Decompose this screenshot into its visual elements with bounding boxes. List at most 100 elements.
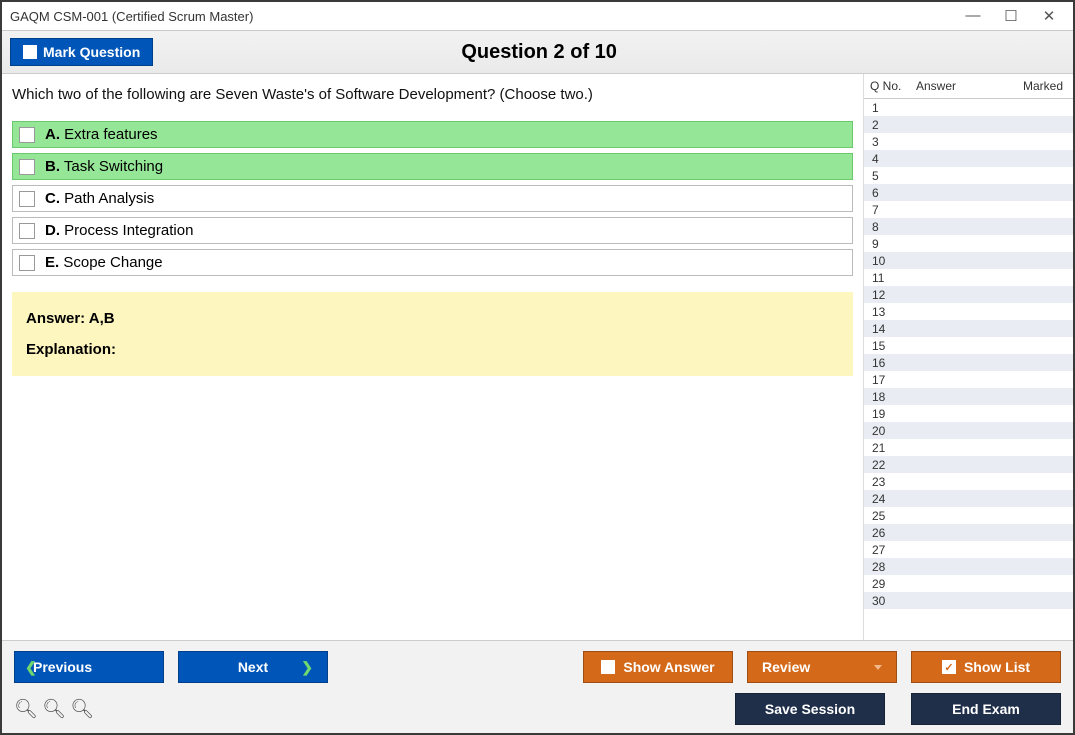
maximize-icon[interactable]: ☐: [1001, 7, 1021, 25]
row-qno: 22: [864, 458, 910, 472]
list-item[interactable]: 8: [864, 218, 1073, 235]
list-item[interactable]: 22: [864, 456, 1073, 473]
window-title: GAQM CSM-001 (Certified Scrum Master): [10, 9, 963, 24]
col-answer: Answer: [910, 74, 1013, 98]
list-item[interactable]: 16: [864, 354, 1073, 371]
review-label: Review: [762, 659, 810, 675]
option-letter: B.: [45, 158, 60, 175]
option-row[interactable]: D. Process Integration: [12, 217, 853, 244]
list-item[interactable]: 12: [864, 286, 1073, 303]
list-item[interactable]: 3: [864, 133, 1073, 150]
row-qno: 15: [864, 339, 910, 353]
option-checkbox[interactable]: [19, 127, 35, 143]
row-qno: 18: [864, 390, 910, 404]
next-label: Next: [238, 659, 268, 675]
minimize-icon[interactable]: —: [963, 7, 983, 25]
options-list: A. Extra features B. Task Switching C. Pat…: [12, 121, 853, 276]
list-item[interactable]: 14: [864, 320, 1073, 337]
option-letter: C.: [45, 190, 60, 207]
row-qno: 11: [864, 271, 910, 285]
zoom-out-icon[interactable]: 🔍︎: [70, 697, 94, 721]
explanation-label: Explanation:: [26, 341, 839, 358]
row-qno: 25: [864, 509, 910, 523]
chevron-left-icon: ❮: [25, 659, 37, 676]
row-qno: 8: [864, 220, 910, 234]
option-row[interactable]: B. Task Switching: [12, 153, 853, 180]
list-item[interactable]: 7: [864, 201, 1073, 218]
titlebar: GAQM CSM-001 (Certified Scrum Master) — …: [2, 2, 1073, 30]
list-item[interactable]: 13: [864, 303, 1073, 320]
mark-question-label: Mark Question: [43, 44, 140, 60]
previous-button[interactable]: ❮ Previous: [14, 651, 164, 683]
list-item[interactable]: 9: [864, 235, 1073, 252]
list-item[interactable]: 25: [864, 507, 1073, 524]
previous-label: Previous: [33, 659, 92, 675]
show-list-button[interactable]: ✓ Show List: [911, 651, 1061, 683]
footer-secondary-row: 🔍︎ 🔍︎ 🔍︎ Save Session End Exam: [14, 693, 1061, 725]
mark-question-button[interactable]: Mark Question: [10, 38, 153, 66]
save-session-label: Save Session: [765, 701, 855, 717]
option-checkbox[interactable]: [19, 223, 35, 239]
row-qno: 13: [864, 305, 910, 319]
app-window: GAQM CSM-001 (Certified Scrum Master) — …: [0, 0, 1075, 735]
row-qno: 19: [864, 407, 910, 421]
option-row[interactable]: A. Extra features: [12, 121, 853, 148]
main-area: Which two of the following are Seven Was…: [2, 74, 1073, 640]
save-session-button[interactable]: Save Session: [735, 693, 885, 725]
option-checkbox[interactable]: [19, 255, 35, 271]
list-item[interactable]: 11: [864, 269, 1073, 286]
row-qno: 28: [864, 560, 910, 574]
list-item[interactable]: 2: [864, 116, 1073, 133]
list-item[interactable]: 18: [864, 388, 1073, 405]
option-row[interactable]: C. Path Analysis: [12, 185, 853, 212]
row-qno: 6: [864, 186, 910, 200]
chevron-down-icon: [874, 665, 882, 670]
list-item[interactable]: 20: [864, 422, 1073, 439]
show-answer-button[interactable]: Show Answer: [583, 651, 733, 683]
list-item[interactable]: 27: [864, 541, 1073, 558]
row-qno: 30: [864, 594, 910, 608]
checkmark-icon: ✓: [942, 660, 956, 674]
question-list-header: Q No. Answer Marked: [864, 74, 1073, 99]
list-item[interactable]: 26: [864, 524, 1073, 541]
list-item[interactable]: 19: [864, 405, 1073, 422]
option-checkbox[interactable]: [19, 159, 35, 175]
chevron-right-icon: ❯: [301, 659, 313, 676]
row-qno: 10: [864, 254, 910, 268]
list-item[interactable]: 21: [864, 439, 1073, 456]
review-button[interactable]: Review: [747, 651, 897, 683]
close-icon[interactable]: ✕: [1039, 7, 1059, 25]
list-item[interactable]: 29: [864, 575, 1073, 592]
footer-buttons-row: ❮ Previous Next ❯ Show Answer Review ✓ S…: [14, 651, 1061, 683]
row-qno: 24: [864, 492, 910, 506]
footer: ❮ Previous Next ❯ Show Answer Review ✓ S…: [2, 640, 1073, 733]
list-item[interactable]: 24: [864, 490, 1073, 507]
list-item[interactable]: 6: [864, 184, 1073, 201]
answer-label: Answer: A,B: [26, 310, 839, 327]
list-item[interactable]: 28: [864, 558, 1073, 575]
end-exam-button[interactable]: End Exam: [911, 693, 1061, 725]
list-item[interactable]: 5: [864, 167, 1073, 184]
row-qno: 20: [864, 424, 910, 438]
row-qno: 7: [864, 203, 910, 217]
col-qno: Q No.: [864, 74, 910, 98]
zoom-in-icon[interactable]: 🔍︎: [42, 697, 66, 721]
question-text: Which two of the following are Seven Was…: [12, 86, 853, 103]
list-item[interactable]: 23: [864, 473, 1073, 490]
list-item[interactable]: 17: [864, 371, 1073, 388]
question-list[interactable]: 1234567891011121314151617181920212223242…: [864, 99, 1073, 640]
list-item[interactable]: 1: [864, 99, 1073, 116]
zoom-controls: 🔍︎ 🔍︎ 🔍︎: [14, 697, 94, 721]
list-item[interactable]: 10: [864, 252, 1073, 269]
row-qno: 4: [864, 152, 910, 166]
option-checkbox[interactable]: [19, 191, 35, 207]
header-bar: Mark Question Question 2 of 10: [2, 30, 1073, 74]
row-qno: 29: [864, 577, 910, 591]
list-item[interactable]: 30: [864, 592, 1073, 609]
option-letter: A.: [45, 126, 60, 143]
list-item[interactable]: 4: [864, 150, 1073, 167]
list-item[interactable]: 15: [864, 337, 1073, 354]
next-button[interactable]: Next ❯: [178, 651, 328, 683]
zoom-reset-icon[interactable]: 🔍︎: [14, 697, 38, 721]
option-row[interactable]: E. Scope Change: [12, 249, 853, 276]
